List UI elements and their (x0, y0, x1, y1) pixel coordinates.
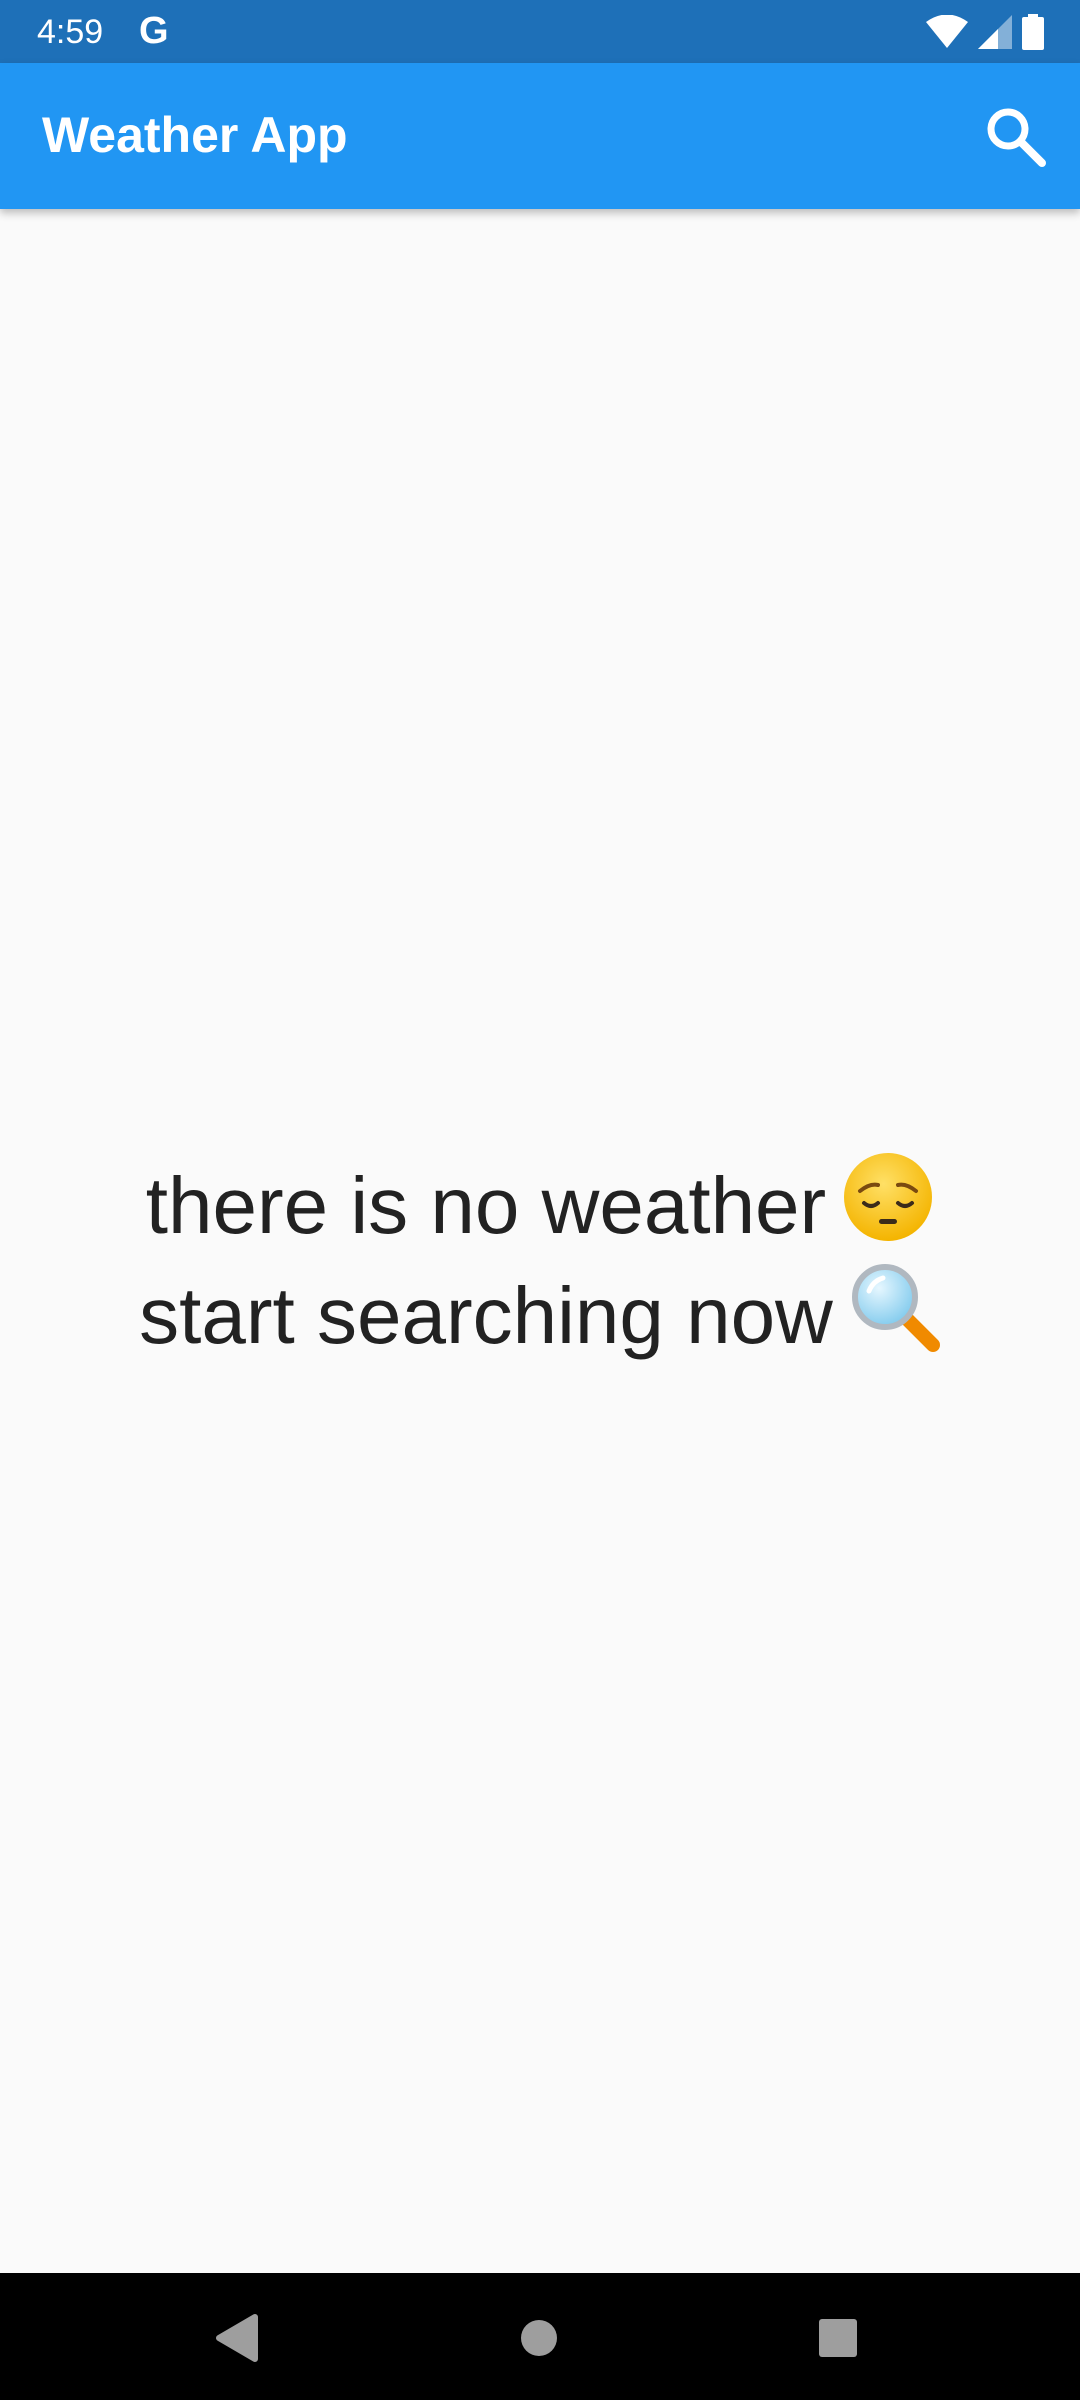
back-icon (216, 2314, 258, 2362)
content-area: there is no weather start searching now (0, 209, 1080, 2273)
app-title: Weather App (42, 107, 348, 163)
wifi-icon (926, 15, 968, 48)
home-icon (521, 2320, 557, 2356)
navigation-bar (0, 2273, 1080, 2400)
screen: 4:59 G Weather App there is no weather s… (0, 0, 1080, 2400)
google-g-icon: G (139, 10, 169, 52)
empty-state-text-2: start searching now (139, 1271, 833, 1360)
status-icons (926, 12, 1044, 52)
search-button[interactable] (972, 93, 1058, 179)
back-button[interactable] (202, 2303, 272, 2373)
empty-state-line-2: start searching now (0, 1261, 1080, 1371)
magnifying-glass-icon (849, 1261, 941, 1371)
empty-state-line-1: there is no weather (0, 1151, 1080, 1261)
battery-icon (1022, 14, 1044, 50)
app-bar: Weather App (0, 63, 1080, 209)
status-bar: 4:59 G (0, 0, 1080, 63)
empty-state-message: there is no weather start searching now (0, 1151, 1080, 1371)
search-icon (987, 108, 1046, 167)
recents-button[interactable] (803, 2303, 873, 2373)
pensive-face-icon (842, 1151, 934, 1261)
status-time: 4:59 (37, 13, 104, 51)
recents-icon (819, 2319, 857, 2357)
empty-state-text-1: there is no weather (145, 1161, 827, 1250)
cell-signal-icon (978, 15, 1012, 49)
home-button[interactable] (504, 2303, 574, 2373)
